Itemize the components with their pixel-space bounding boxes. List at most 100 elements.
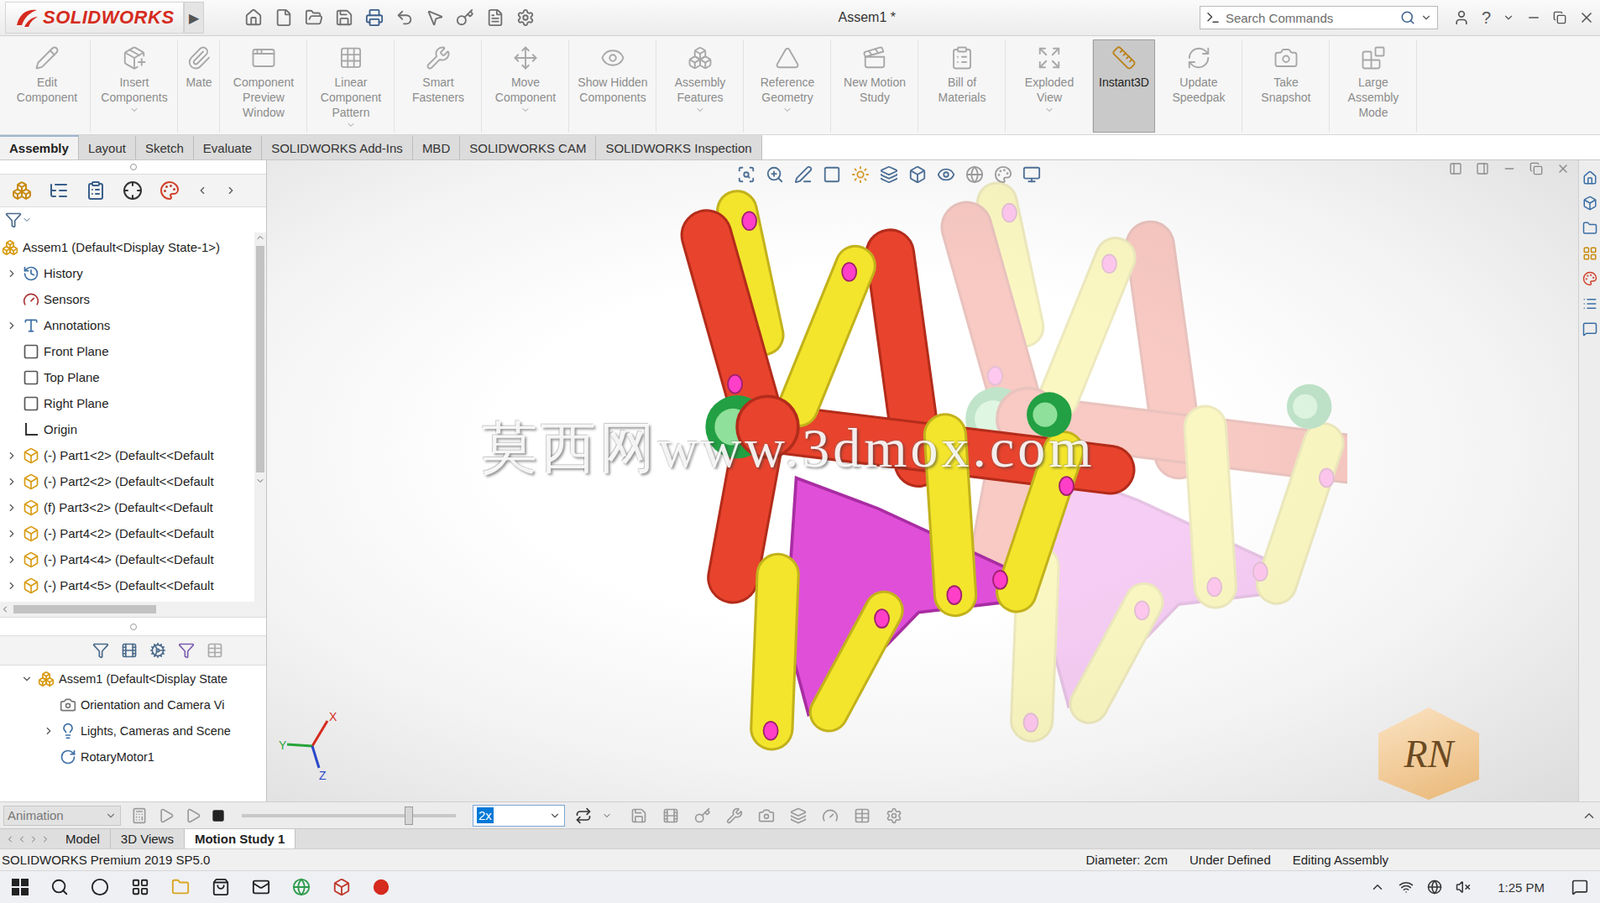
command-button[interactable]: New Motion Study	[831, 39, 919, 133]
settings-icon[interactable]	[149, 642, 167, 659]
command-button[interactable]: Exploded View	[1005, 39, 1093, 133]
tree-item[interactable]: Assem1 (Default<Display State-1>)	[0, 234, 255, 261]
play-icon[interactable]	[184, 807, 202, 825]
link-part[interactable]	[1088, 602, 1145, 706]
print-icon[interactable]	[365, 8, 384, 27]
view-orientation-icon[interactable]	[879, 165, 899, 184]
minimize-icon[interactable]	[1526, 10, 1542, 26]
tree-item[interactable]: Right Plane	[0, 390, 255, 417]
autokey-icon[interactable]	[694, 807, 712, 825]
tree-item[interactable]: Sensors	[0, 286, 255, 313]
filter-options-icon[interactable]	[177, 642, 195, 659]
tree-item[interactable]: (f) Part3<2> (Default<<Default	[0, 494, 255, 521]
command-button[interactable]: Linear Component Pattern	[307, 39, 395, 133]
collapsed-arrow-icon[interactable]	[5, 501, 18, 514]
camera-view-icon[interactable]	[758, 807, 775, 825]
motion-tree-item[interactable]: RotaryMotor1	[0, 743, 267, 770]
command-tab[interactable]: Assembly	[0, 135, 79, 160]
playback-slider[interactable]	[241, 814, 456, 818]
link-part[interactable]	[771, 575, 778, 729]
select-icon[interactable]	[425, 8, 445, 27]
save-icon[interactable]	[334, 8, 354, 27]
command-button[interactable]: Large Assembly Mode	[1329, 39, 1417, 133]
forum-icon[interactable]	[1582, 321, 1598, 337]
results-icon[interactable]	[206, 642, 224, 659]
help-button[interactable]: ?	[1481, 8, 1491, 28]
scene-icon[interactable]	[993, 165, 1013, 184]
collapsed-arrow-icon[interactable]	[5, 319, 18, 332]
volume-icon[interactable]	[1455, 879, 1471, 895]
file-explorer-icon[interactable]	[171, 878, 190, 897]
link-part[interactable]	[828, 610, 884, 713]
user-icon[interactable]	[1453, 9, 1470, 27]
command-button[interactable]: Take Snapshot	[1242, 39, 1330, 133]
tree-item[interactable]: (-) Part2<2> (Default<<Default	[0, 468, 255, 495]
command-button[interactable]: Bill of Materials	[918, 39, 1006, 133]
motion-tree-item[interactable]: Orientation and Camera Vi	[0, 691, 267, 718]
tree-toggle[interactable]	[5, 501, 19, 514]
filter-icon[interactable]	[5, 211, 22, 229]
link-part[interactable]	[1058, 257, 1116, 399]
appearance-icon[interactable]	[965, 165, 984, 184]
collapsed-arrow-icon[interactable]	[5, 580, 18, 592]
tree-toggle[interactable]	[5, 580, 19, 592]
scroll-left-icon[interactable]	[0, 604, 11, 615]
document-tab[interactable]: Motion Study 1	[184, 829, 297, 849]
command-button[interactable]: Reference Geometry	[743, 39, 832, 133]
help-dropdown-icon[interactable]	[1502, 11, 1515, 24]
display-style-icon[interactable]	[908, 165, 927, 184]
scroll-thumb[interactable]	[256, 245, 265, 473]
last-tab-icon[interactable]	[40, 834, 51, 845]
command-tab[interactable]: SOLIDWORKS Add-Ins	[261, 135, 414, 160]
command-button[interactable]: Smart Fasteners	[394, 39, 482, 133]
menu-arrow[interactable]: ▶	[183, 1, 204, 34]
appearances-icon[interactable]	[1582, 271, 1598, 287]
viewport-restore-icon[interactable]	[1529, 162, 1543, 176]
document-tab[interactable]: Model	[55, 829, 111, 849]
zoom-fit-icon[interactable]	[737, 165, 756, 184]
calculate-icon[interactable]	[130, 807, 148, 825]
tree-item[interactable]: Annotations	[0, 312, 255, 339]
previous-view-icon[interactable]	[794, 165, 813, 184]
search-commands-field[interactable]: Search Commands	[1199, 5, 1438, 30]
dynamic-annotation-icon[interactable]	[851, 165, 870, 184]
filter-dropdown-icon[interactable]	[21, 214, 32, 225]
gravity-icon[interactable]	[821, 807, 839, 825]
language-icon[interactable]	[1427, 879, 1443, 895]
command-button[interactable]: Mate	[177, 39, 220, 133]
tree-item[interactable]: Front Plane	[0, 338, 255, 365]
dropdown-arrow-icon[interactable]	[782, 104, 793, 116]
dropdown-arrow-icon[interactable]	[129, 104, 140, 116]
record-icon[interactable]	[372, 878, 390, 896]
command-tab[interactable]: MBD	[413, 135, 461, 160]
slider-thumb[interactable]	[404, 806, 414, 826]
file-explorer-icon[interactable]	[1582, 220, 1598, 236]
undo-icon[interactable]	[395, 8, 414, 27]
mechanism-model[interactable]	[653, 177, 1348, 790]
taskbar-search-icon[interactable]	[50, 878, 69, 897]
document-tab[interactable]: 3D Views	[110, 829, 185, 849]
tabs-left-icon[interactable]	[196, 184, 209, 197]
command-button[interactable]: Component Preview Window	[219, 39, 308, 133]
playback-speed-select[interactable]: 2x	[472, 805, 565, 827]
command-tab[interactable]: SOLIDWORKS Inspection	[596, 135, 762, 160]
task-view-icon[interactable]	[130, 878, 150, 897]
resources-icon[interactable]	[1582, 170, 1598, 186]
dropdown-arrow-icon[interactable]	[695, 104, 706, 116]
solidworks-taskbar-icon[interactable]	[332, 878, 351, 897]
filter-icon[interactable]	[92, 642, 110, 659]
contact-icon[interactable]	[789, 807, 807, 825]
tree-toggle[interactable]	[20, 673, 34, 685]
viewport-minimize-icon[interactable]	[1502, 162, 1517, 176]
network-icon[interactable]	[1398, 879, 1414, 895]
browser-icon[interactable]	[292, 878, 311, 897]
tree-item[interactable]: History	[0, 260, 255, 287]
collapsed-arrow-icon[interactable]	[5, 449, 18, 462]
previous-tab-icon[interactable]	[16, 834, 27, 845]
tree-item[interactable]: (-) Part4<5> (Default<<Default	[0, 572, 255, 599]
display-tab-icon[interactable]	[159, 180, 180, 201]
expanded-arrow-icon[interactable]	[20, 673, 33, 685]
vertical-scrollbar[interactable]	[254, 232, 267, 602]
stop-icon[interactable]	[211, 809, 225, 823]
close-icon[interactable]	[1578, 9, 1595, 27]
